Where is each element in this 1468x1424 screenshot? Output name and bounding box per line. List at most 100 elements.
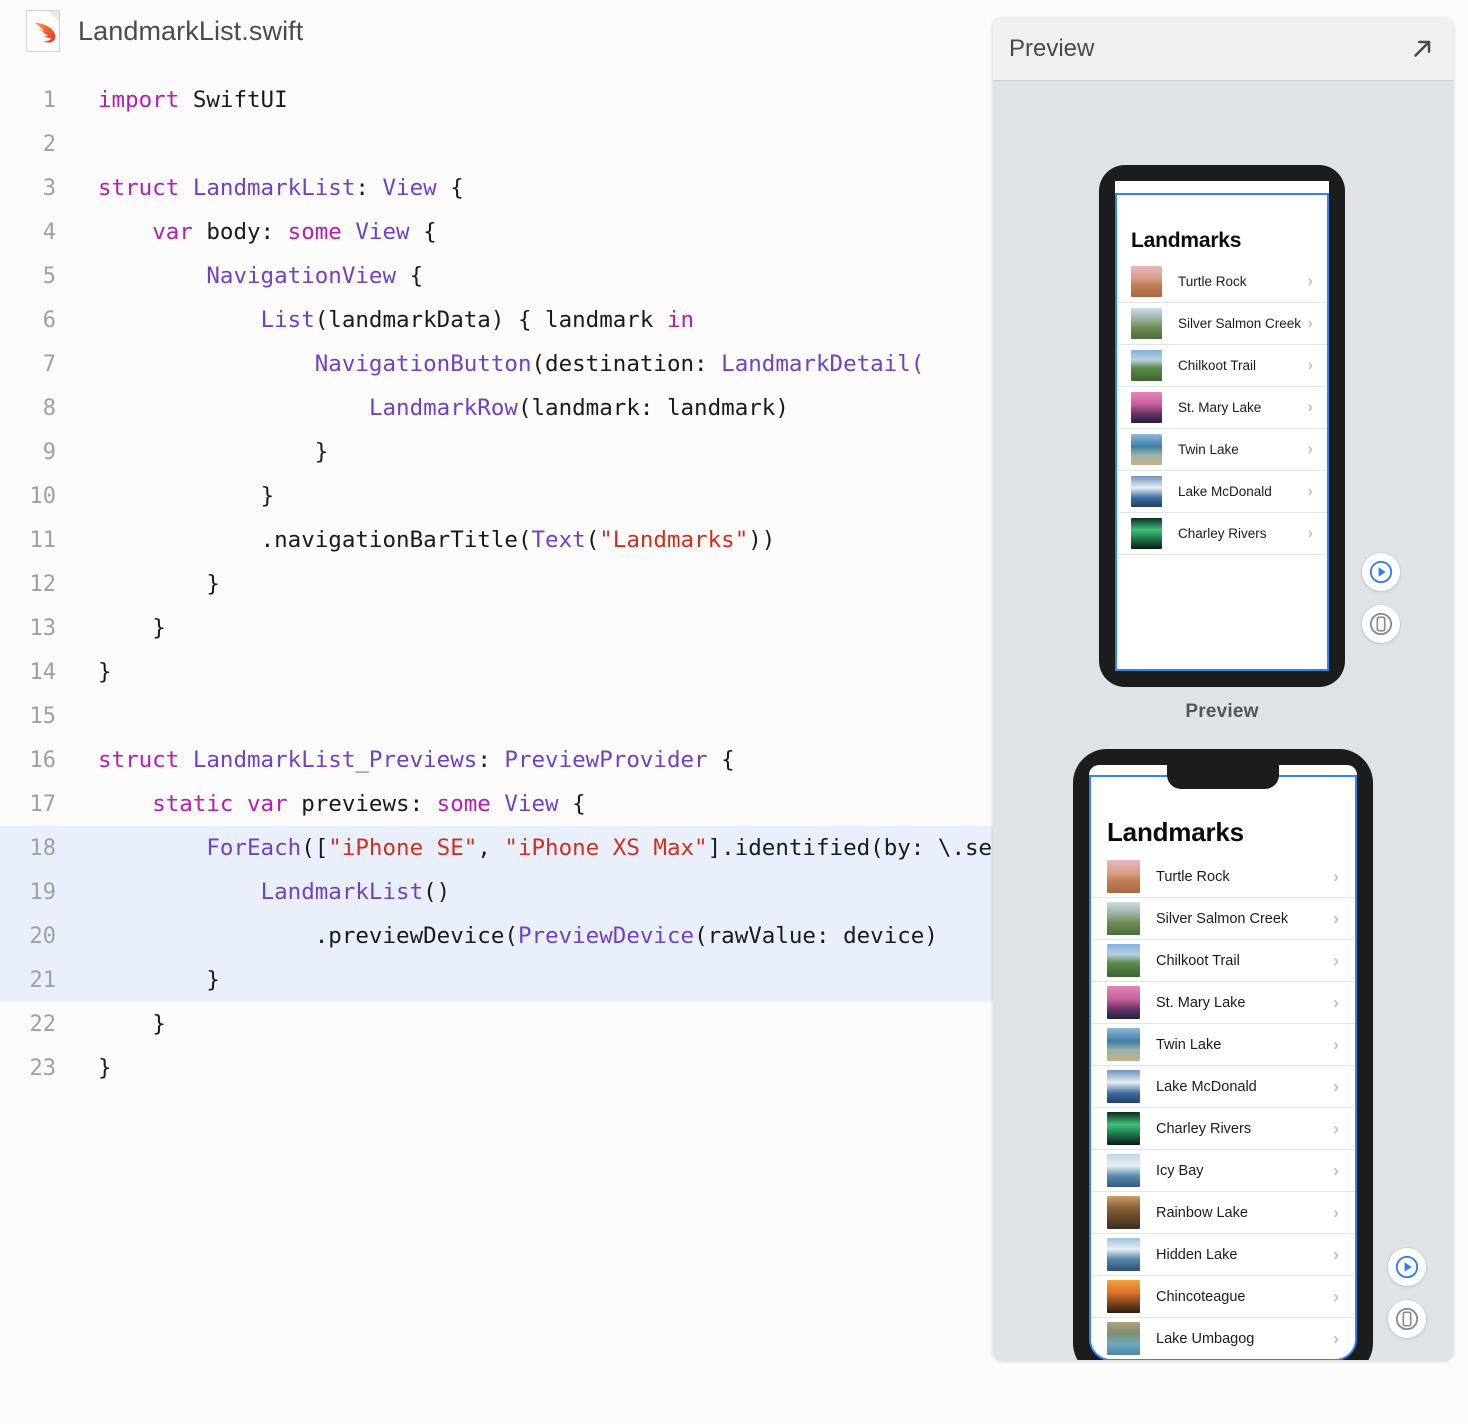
landmark-row[interactable]: Silver Salmon Creek › xyxy=(1117,303,1327,345)
code-line[interactable]: 1 import SwiftUI xyxy=(0,78,993,122)
chevron-right-icon: › xyxy=(1307,398,1314,416)
line-number: 10 xyxy=(29,483,57,509)
code-token: View xyxy=(504,791,559,817)
landmark-thumbnail xyxy=(1131,266,1162,297)
line-content[interactable]: } xyxy=(66,615,993,641)
chevron-right-icon: › xyxy=(1333,992,1339,1012)
device-circle-icon[interactable] xyxy=(1388,1300,1426,1338)
landmark-name: Lake Umbagog xyxy=(1156,1330,1255,1347)
landmark-thumbnail xyxy=(1107,1154,1140,1187)
landmark-row[interactable]: Twin Lake › xyxy=(1091,1024,1355,1066)
code-line[interactable]: 8 LandmarkRow(landmark: landmark) xyxy=(0,386,993,430)
device-circle-icon[interactable] xyxy=(1362,605,1400,643)
code-line[interactable]: 6 List(landmarkData) { landmark in xyxy=(0,298,993,342)
code-line[interactable]: 2 xyxy=(0,122,993,166)
line-number: 8 xyxy=(42,395,56,421)
code-line[interactable]: 19 LandmarkList() xyxy=(0,870,993,914)
landmark-row[interactable]: Charley Rivers › xyxy=(1117,513,1327,555)
line-content[interactable]: } xyxy=(66,439,993,465)
line-content[interactable]: } xyxy=(66,571,993,597)
code-line[interactable]: 5 NavigationView { xyxy=(0,254,993,298)
landmark-thumbnail xyxy=(1107,986,1140,1019)
line-content[interactable]: List(landmarkData) { landmark in xyxy=(66,307,993,333)
landmark-row[interactable]: Hidden Lake › xyxy=(1091,1234,1355,1276)
code-line[interactable]: 16 struct LandmarkList_Previews: PreviewP… xyxy=(0,738,993,782)
line-content[interactable]: import SwiftUI xyxy=(66,87,993,113)
line-content[interactable]: struct LandmarkList: View { xyxy=(66,175,993,201)
chevron-right-icon: › xyxy=(1307,482,1314,500)
code-line[interactable]: 7 NavigationButton(destination: Landmark… xyxy=(0,342,993,386)
line-content[interactable]: NavigationView { xyxy=(66,263,993,289)
line-content[interactable]: LandmarkList() xyxy=(66,879,993,905)
device-preview-iphone-se[interactable]: Landmarks Turtle Rock › Silver Salmon Creek… xyxy=(1099,165,1345,687)
line-content[interactable]: .navigationBarTitle(Text("Landmarks")) xyxy=(66,527,993,553)
code-line[interactable]: 11 .navigationBarTitle(Text("Landmarks")… xyxy=(0,518,993,562)
code-line[interactable]: 12 } xyxy=(0,562,993,606)
landmark-row[interactable]: Turtle Rock › xyxy=(1117,261,1327,303)
preview-canvas[interactable]: Landmarks Turtle Rock › Silver Salmon Creek… xyxy=(993,81,1453,1360)
line-content[interactable]: var body: some View { xyxy=(66,219,993,245)
code-line[interactable]: 18 ForEach(["iPhone SE", "iPhone XS Max"… xyxy=(0,826,993,870)
landmark-name: Rainbow Lake xyxy=(1156,1204,1248,1221)
landmark-row[interactable]: Lake McDonald › xyxy=(1117,471,1327,513)
line-content[interactable]: } xyxy=(66,1055,993,1081)
code-token: ([ xyxy=(301,835,329,861)
landmark-row[interactable]: Charley Rivers › xyxy=(1091,1108,1355,1150)
code-line[interactable]: 3 struct LandmarkList: View { xyxy=(0,166,993,210)
expand-arrow-icon[interactable] xyxy=(1409,36,1435,62)
code-token: : xyxy=(355,175,383,201)
line-content[interactable]: } xyxy=(66,1011,993,1037)
line-number: 6 xyxy=(42,307,56,333)
line-content[interactable]: static var previews: some View { xyxy=(66,791,993,817)
play-circle-icon[interactable] xyxy=(1362,553,1400,591)
landmark-name: St. Mary Lake xyxy=(1156,994,1246,1011)
device-screen[interactable]: Landmarks Turtle Rock › Silver Salmon Creek… xyxy=(1089,775,1357,1360)
line-content[interactable]: .previewDevice(PreviewDevice(rawValue: d… xyxy=(66,923,993,949)
landmark-thumbnail xyxy=(1131,308,1162,339)
code-line[interactable]: 9 } xyxy=(0,430,993,474)
line-content[interactable]: struct LandmarkList_Previews: PreviewPro… xyxy=(66,747,993,773)
code-line[interactable]: 15 xyxy=(0,694,993,738)
code-token: List xyxy=(260,307,315,333)
landmark-row[interactable]: Lake McDonald › xyxy=(1091,1066,1355,1108)
landmark-row[interactable]: Silver Salmon Creek › xyxy=(1091,898,1355,940)
landmark-row[interactable]: Chilkoot Trail › xyxy=(1091,940,1355,982)
landmark-thumbnail xyxy=(1131,392,1162,423)
landmark-row[interactable]: Lake Umbagog › xyxy=(1091,1318,1355,1359)
landmark-row[interactable]: Twin Lake › xyxy=(1117,429,1327,471)
code-line[interactable]: 23} xyxy=(0,1046,993,1090)
line-content[interactable]: } xyxy=(66,967,993,993)
device-status-bar xyxy=(1115,181,1329,193)
landmark-row[interactable]: Rainbow Lake › xyxy=(1091,1192,1355,1234)
code-line[interactable]: 21 } xyxy=(0,958,993,1002)
device-preview-iphone-xs-max[interactable]: Landmarks Turtle Rock › Silver Salmon Creek… xyxy=(1073,749,1373,1360)
code-line[interactable]: 17 static var previews: some View { xyxy=(0,782,993,826)
landmark-row[interactable]: Chilkoot Trail › xyxy=(1117,345,1327,387)
device-screen[interactable]: Landmarks Turtle Rock › Silver Salmon Creek… xyxy=(1115,193,1329,671)
line-number: 17 xyxy=(29,791,57,817)
landmark-thumbnail xyxy=(1107,944,1140,977)
code-line[interactable]: 4 var body: some View { xyxy=(0,210,993,254)
play-circle-icon[interactable] xyxy=(1388,1248,1426,1286)
code-lines-container[interactable]: 1 import SwiftUI 2 3 struct LandmarkList: Vi… xyxy=(0,78,993,1424)
line-content[interactable]: } xyxy=(66,659,993,685)
code-line[interactable]: 22 } xyxy=(0,1002,993,1046)
landmark-row[interactable]: Chincoteague › xyxy=(1091,1276,1355,1318)
landmark-name: Chilkoot Trail xyxy=(1178,358,1257,373)
code-line[interactable]: 20 .previewDevice(PreviewDevice(rawValue… xyxy=(0,914,993,958)
landmark-row[interactable]: St. Mary Lake › xyxy=(1117,387,1327,429)
code-line[interactable]: 14} xyxy=(0,650,993,694)
code-line[interactable]: 13 } xyxy=(0,606,993,650)
line-content[interactable]: LandmarkRow(landmark: landmark) xyxy=(66,395,993,421)
line-number: 4 xyxy=(42,219,56,245)
landmark-row[interactable]: Icy Bay › xyxy=(1091,1150,1355,1192)
line-content[interactable]: } xyxy=(66,483,993,509)
line-content[interactable]: NavigationButton(destination: LandmarkDe… xyxy=(66,351,993,377)
landmark-row[interactable]: Turtle Rock › xyxy=(1091,856,1355,898)
code-line[interactable]: 10 } xyxy=(0,474,993,518)
line-content[interactable]: ForEach(["iPhone SE", "iPhone XS Max"].i… xyxy=(66,835,993,861)
landmark-row[interactable]: St. Mary Lake › xyxy=(1091,982,1355,1024)
